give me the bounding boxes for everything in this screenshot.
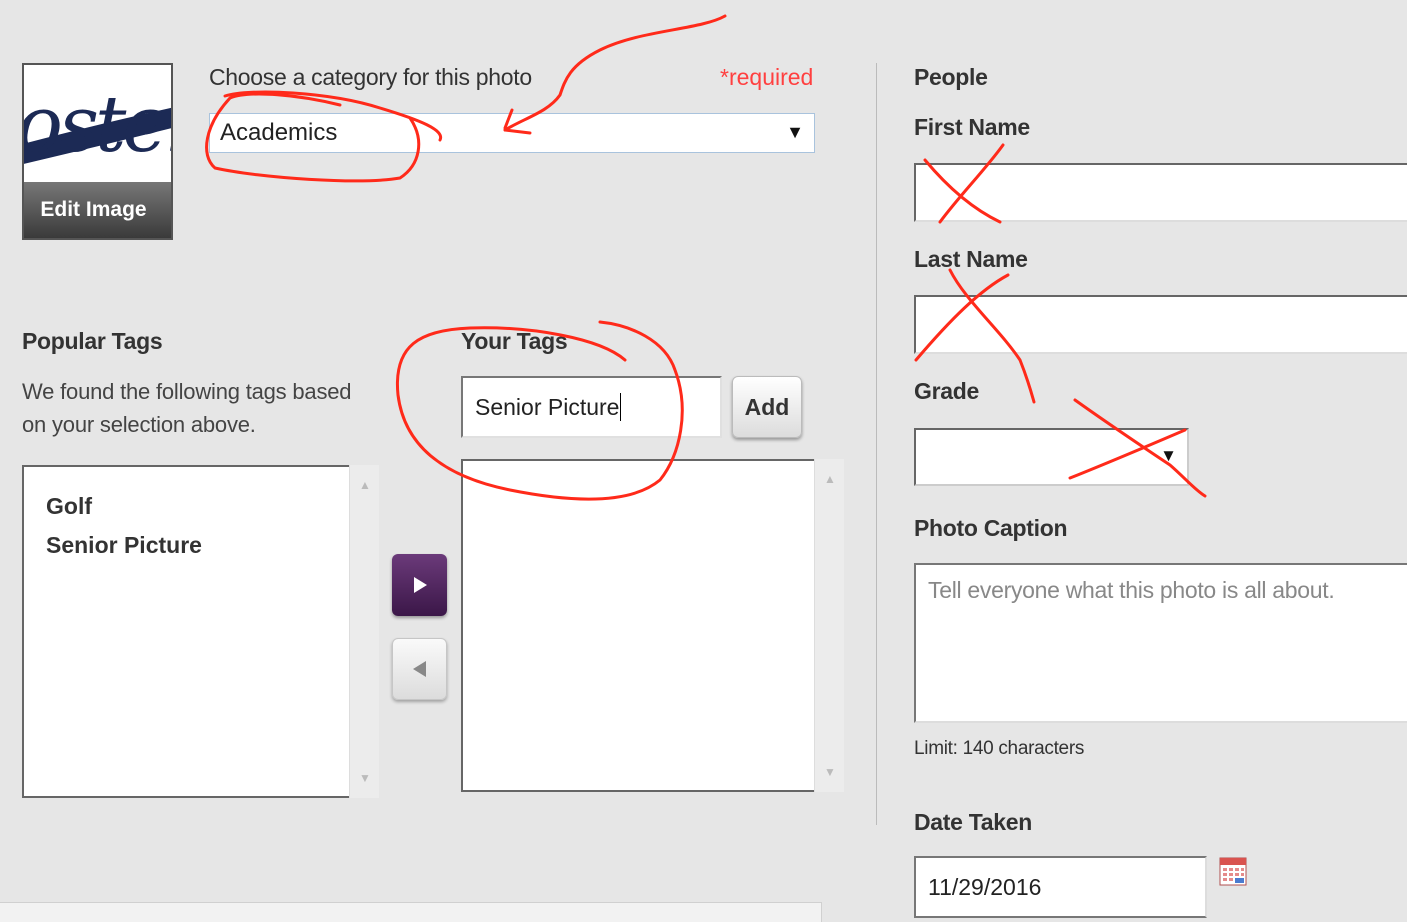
last-name-label: Last Name [914, 246, 1028, 272]
tag-input-value: Senior Picture [475, 393, 620, 420]
first-name-label: First Name [914, 114, 1030, 140]
scroll-down-icon[interactable]: ▼ [815, 762, 845, 782]
calendar-icon[interactable] [1219, 856, 1247, 886]
column-divider [876, 63, 877, 825]
popular-tags-title: Popular Tags [22, 328, 163, 354]
grade-label: Grade [914, 378, 979, 404]
category-selected-value: Academics [220, 119, 338, 146]
popular-tags-list[interactable]: Golf Senior Picture [22, 465, 349, 798]
caption-limit-text: Limit: 140 characters [914, 738, 1085, 759]
svg-text:oster: oster [24, 80, 171, 170]
popular-tags-scrollbar[interactable]: ▲ ▼ [349, 465, 379, 798]
tag-input[interactable]: Senior Picture [461, 376, 722, 438]
grade-select[interactable]: ▼ [914, 428, 1189, 486]
list-item[interactable]: Senior Picture [46, 526, 327, 565]
required-indicator: *required [720, 64, 814, 90]
first-name-field[interactable] [914, 163, 1407, 222]
your-tags-list[interactable] [461, 459, 814, 792]
last-name-field[interactable] [914, 295, 1407, 354]
people-title: People [914, 64, 988, 90]
popular-tags-description: We found the following tags based on you… [22, 379, 352, 437]
scroll-down-icon[interactable]: ▼ [350, 768, 380, 788]
edit-image-button[interactable]: Edit Image [24, 182, 171, 238]
photo-caption-textarea[interactable]: Tell everyone what this photo is all abo… [914, 563, 1407, 723]
your-tags-scrollbar[interactable]: ▲ ▼ [814, 459, 844, 792]
photo-caption-label: Photo Caption [914, 515, 1068, 541]
category-select[interactable]: Academics ▼ [209, 113, 815, 153]
caption-placeholder: Tell everyone what this photo is all abo… [928, 577, 1335, 603]
chevron-down-icon: ▼ [786, 122, 804, 142]
photo-thumbnail[interactable]: oster Edit Image [22, 63, 173, 240]
text-cursor [620, 393, 622, 421]
date-taken-label: Date Taken [914, 809, 1033, 835]
your-tags-title: Your Tags [461, 328, 568, 354]
bottom-panel-edge [0, 902, 822, 922]
category-label: Choose a category for this photo [209, 64, 532, 90]
play-left-icon [412, 661, 426, 677]
scroll-up-icon[interactable]: ▲ [815, 469, 845, 489]
play-right-icon [413, 577, 427, 593]
remove-tag-from-list-button[interactable] [392, 638, 447, 700]
date-taken-input[interactable]: 11/29/2016 [914, 856, 1207, 918]
scroll-up-icon[interactable]: ▲ [350, 475, 380, 495]
list-item[interactable]: Golf [46, 487, 327, 526]
add-tag-to-list-button[interactable] [392, 554, 447, 616]
foster-logo-image: oster [24, 65, 171, 183]
chevron-down-icon: ▼ [1160, 446, 1177, 465]
add-tag-button[interactable]: Add [732, 376, 802, 438]
